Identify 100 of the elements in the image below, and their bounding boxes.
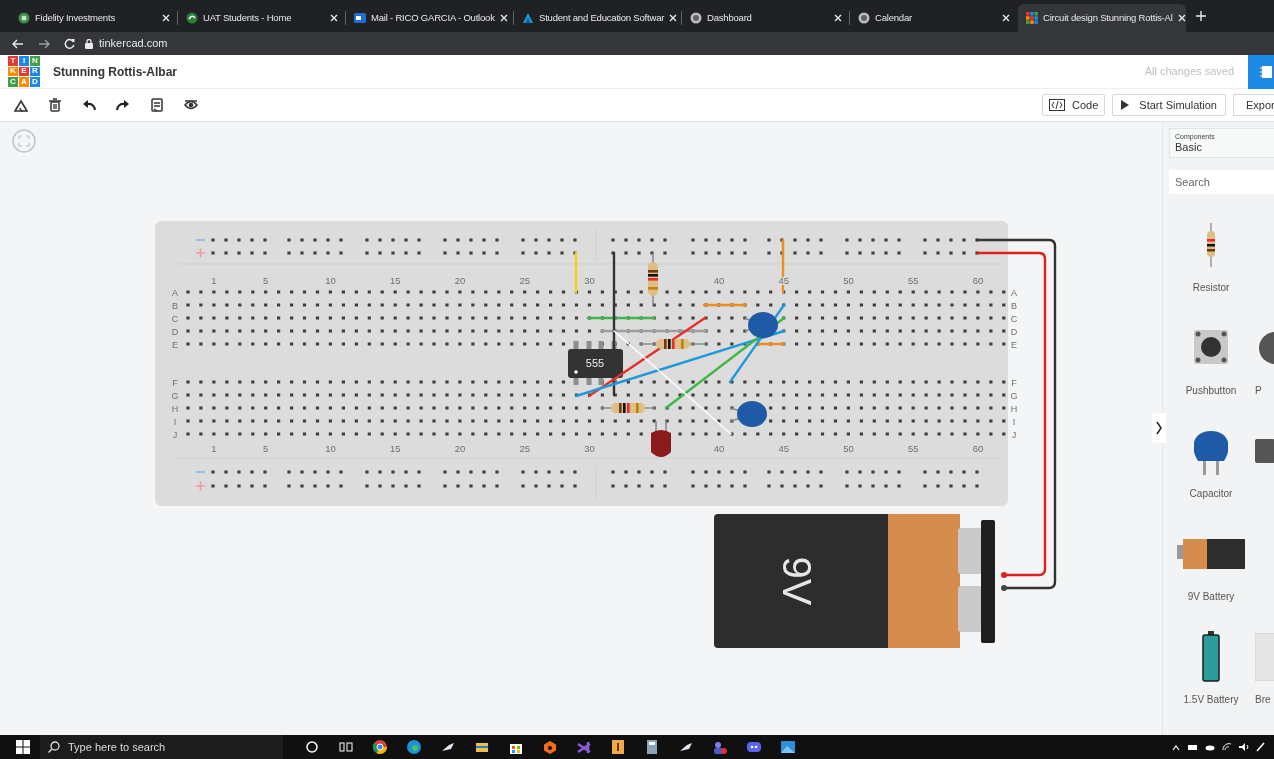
logo-letter: D bbox=[30, 77, 40, 87]
close-icon bbox=[1177, 14, 1186, 22]
circuits-button[interactable] bbox=[1248, 54, 1274, 89]
capacitor[interactable] bbox=[730, 401, 767, 427]
start-simulation-button[interactable]: Start Simulation bbox=[1112, 94, 1226, 116]
close-icon bbox=[669, 14, 678, 22]
column-number: 60 bbox=[972, 443, 984, 454]
collapse-panel-button[interactable] bbox=[1152, 413, 1166, 443]
tab-title: Dashboard bbox=[707, 10, 752, 25]
logo-letter: C bbox=[8, 77, 18, 87]
minus-sign-icon bbox=[195, 471, 206, 473]
close-icon bbox=[499, 14, 508, 22]
jumper-wire[interactable] bbox=[781, 284, 785, 294]
column-number: 25 bbox=[519, 443, 530, 454]
triangle-icon bbox=[522, 12, 534, 24]
battery-aa-icon bbox=[1202, 631, 1220, 683]
windows-logo-icon bbox=[16, 740, 30, 754]
code-icon bbox=[1049, 99, 1066, 111]
column-number: 5 bbox=[263, 443, 269, 454]
undo-icon bbox=[82, 98, 96, 112]
logo-letter: N bbox=[30, 56, 40, 66]
row-letter: A bbox=[172, 287, 178, 298]
wifi-icon bbox=[1222, 742, 1232, 752]
people-icon bbox=[713, 740, 727, 754]
jumper-wire[interactable] bbox=[586, 316, 656, 320]
column-number: 45 bbox=[778, 275, 789, 286]
component-label[interactable]: 1.5V Battery bbox=[1183, 692, 1239, 707]
play-icon bbox=[1121, 100, 1130, 110]
row-letter: B bbox=[172, 300, 178, 311]
tab-title: Fidelity Investments bbox=[35, 10, 115, 25]
jumper-wire[interactable] bbox=[587, 316, 707, 398]
tab-title: Student and Education Softwar bbox=[539, 10, 665, 25]
controller-icon bbox=[747, 740, 761, 754]
forward-arrow-icon bbox=[38, 38, 50, 49]
column-number: 40 bbox=[713, 275, 725, 286]
row-letter: B bbox=[1011, 300, 1017, 311]
capacitor[interactable] bbox=[744, 312, 778, 338]
logo-letter: A bbox=[19, 77, 29, 87]
column-number: 50 bbox=[843, 275, 854, 286]
calculator-icon bbox=[645, 740, 659, 754]
component-label[interactable]: 9V Battery bbox=[1187, 589, 1235, 604]
column-number: 20 bbox=[454, 443, 466, 454]
tab-title: Calendar bbox=[875, 10, 912, 25]
code-button[interactable]: Code bbox=[1042, 94, 1106, 116]
jumper-wire[interactable] bbox=[574, 329, 786, 398]
resistor[interactable] bbox=[639, 339, 707, 349]
folder-icon bbox=[475, 740, 489, 754]
resistor[interactable] bbox=[600, 403, 656, 413]
breadboard[interactable] bbox=[155, 221, 1008, 506]
row-letter: E bbox=[1011, 339, 1017, 350]
dropdown-value: Basic bbox=[1175, 141, 1203, 154]
lock-icon bbox=[85, 38, 93, 49]
column-number: 1 bbox=[211, 275, 217, 286]
logo-letter: E bbox=[19, 66, 29, 77]
logo-letter: K bbox=[8, 66, 18, 77]
row-letter: F bbox=[172, 377, 178, 388]
row-letter: C bbox=[1010, 313, 1018, 324]
logo-letter: I bbox=[19, 56, 29, 66]
component-label[interactable]: Resistor bbox=[1192, 280, 1230, 295]
plus-sign-icon bbox=[195, 480, 206, 492]
speaker-icon bbox=[1239, 742, 1249, 752]
search-field[interactable]: Search bbox=[1169, 170, 1274, 194]
component-label[interactable]: Bre bbox=[1255, 692, 1271, 707]
chip-label: 555 bbox=[585, 357, 605, 369]
led[interactable] bbox=[651, 420, 671, 457]
row-letter: H bbox=[171, 403, 179, 414]
column-number: 1 bbox=[211, 443, 217, 454]
close-icon bbox=[834, 14, 842, 22]
logo-letter: T bbox=[8, 56, 18, 66]
back-arrow-icon bbox=[12, 38, 24, 49]
component-label[interactable]: P bbox=[1255, 383, 1262, 398]
row-letter: J bbox=[172, 429, 178, 440]
ic-chip[interactable] bbox=[568, 341, 623, 385]
trash-icon bbox=[48, 98, 62, 112]
resistor[interactable] bbox=[648, 252, 658, 306]
battery[interactable] bbox=[714, 514, 1007, 648]
resistor-icon bbox=[1207, 223, 1215, 267]
browser-tab[interactable]: Circuit design Stunning Rottis-Al bbox=[1018, 4, 1186, 32]
address-text[interactable]: tinkercad.com bbox=[99, 35, 168, 52]
column-number: 45 bbox=[778, 443, 789, 454]
column-number: 15 bbox=[389, 443, 401, 454]
swirl-icon bbox=[186, 12, 198, 24]
column-number: 20 bbox=[454, 275, 466, 286]
tab-title: Mail - RICO GARCIA - Outlook bbox=[371, 10, 495, 25]
export-button[interactable]: Expor bbox=[1233, 94, 1274, 116]
chevron-icon bbox=[1156, 421, 1162, 435]
browser-icon bbox=[373, 740, 387, 754]
design-title[interactable]: Stunning Rottis-Albar bbox=[53, 62, 177, 81]
taskbar-search-field[interactable]: Type here to search bbox=[40, 735, 283, 759]
picture-icon bbox=[781, 740, 795, 754]
new-tab-icon bbox=[1196, 11, 1206, 21]
battery-label: 9V bbox=[775, 556, 820, 606]
jumper-wire[interactable] bbox=[612, 251, 616, 397]
row-letter: G bbox=[1010, 390, 1018, 401]
notes-icon bbox=[150, 98, 164, 112]
hexagon-icon bbox=[543, 740, 557, 754]
row-letter: E bbox=[172, 339, 178, 350]
column-number: 10 bbox=[325, 275, 336, 286]
component-label[interactable]: Capacitor bbox=[1189, 486, 1233, 501]
component-label[interactable]: Pushbutton bbox=[1185, 383, 1237, 398]
